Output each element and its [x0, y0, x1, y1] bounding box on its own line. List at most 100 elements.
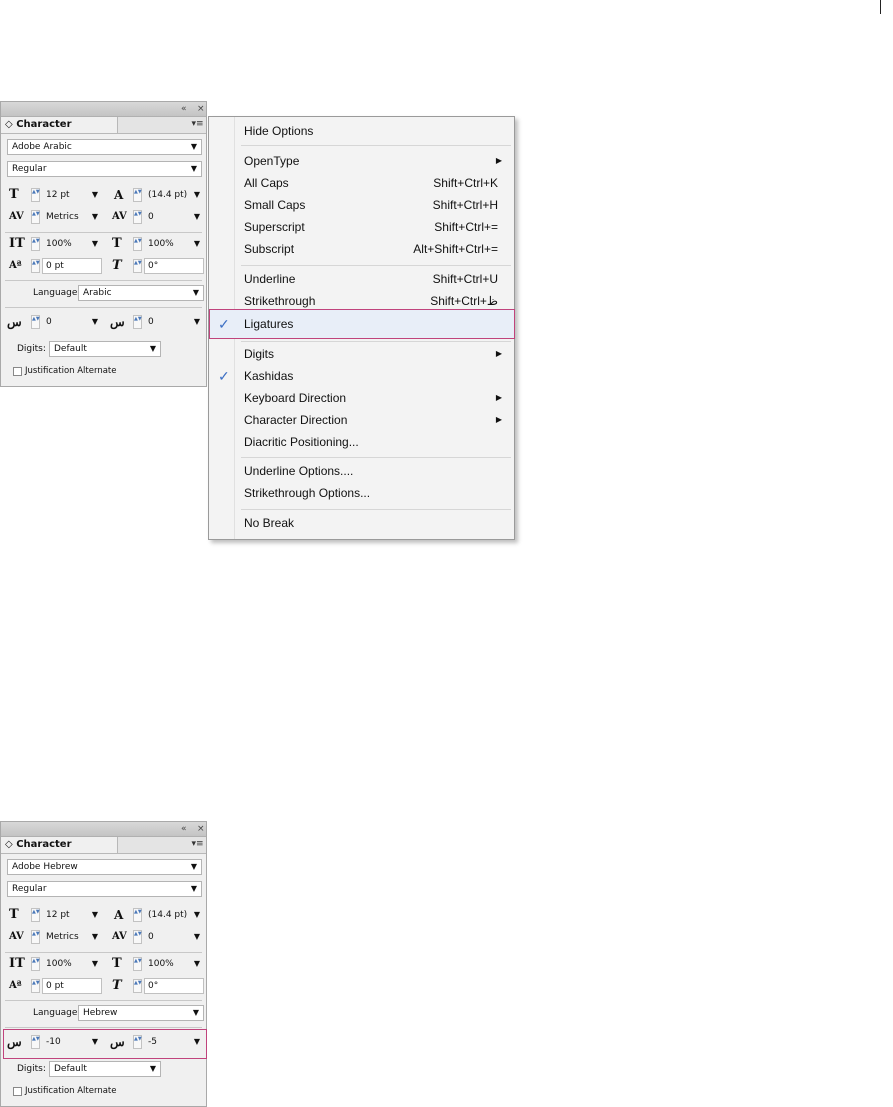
collapse-icon[interactable]: «	[181, 103, 187, 115]
panel-menu-icon[interactable]: ▾≡	[191, 839, 204, 850]
baseline-shift-stepper[interactable]: ▲▼	[31, 259, 40, 273]
justification-alternate-checkbox[interactable]	[13, 367, 22, 376]
menu-item-opentype[interactable]: OpenType ▶	[209, 150, 514, 172]
menu-item-underline[interactable]: Underline Shift+Ctrl+U	[209, 268, 514, 290]
menu-item-subscript[interactable]: Subscript Alt+Shift+Ctrl+=	[209, 238, 514, 260]
baseline-shift-value: 0 pt	[46, 981, 64, 991]
justification-alternate-checkbox[interactable]	[13, 1087, 22, 1096]
menu-item-no-break[interactable]: No Break	[209, 512, 514, 534]
menu-separator	[241, 265, 511, 266]
font-family-dropdown[interactable]: Adobe Hebrew ▼	[7, 859, 202, 875]
font-size-field[interactable]: 12 pt ▼	[42, 187, 102, 203]
font-size-value: 12 pt	[46, 910, 70, 920]
vertical-scale-field[interactable]: 100% ▼	[42, 956, 102, 972]
menu-item-hide-options[interactable]: Hide Options	[209, 120, 514, 142]
panel-menu-icon[interactable]: ▾≡	[191, 119, 204, 130]
menu-item-ligatures[interactable]: ✓ Ligatures	[209, 313, 514, 335]
font-size-stepper[interactable]: ▲▼	[31, 188, 40, 202]
vertical-scale-icon: IT	[9, 956, 25, 971]
panel-divider	[5, 307, 202, 308]
close-icon[interactable]: ×	[197, 103, 205, 115]
panel-title: Character	[16, 119, 72, 130]
leading-stepper[interactable]: ▲▼	[133, 188, 142, 202]
menu-item-all-caps[interactable]: All Caps Shift+Ctrl+K	[209, 172, 514, 194]
skew-field[interactable]: 0°	[144, 258, 204, 274]
horizontal-scale-stepper[interactable]: ▲▼	[133, 237, 142, 251]
baseline-shift-value: 0 pt	[46, 261, 64, 271]
skew-field[interactable]: 0°	[144, 978, 204, 994]
diacritic-x-field[interactable]: 0 ▼	[42, 314, 102, 330]
baseline-shift-field[interactable]: 0 pt	[42, 258, 102, 274]
tracking-field[interactable]: 0 ▼	[144, 209, 204, 225]
font-family-value: Adobe Hebrew	[12, 862, 78, 872]
font-family-dropdown[interactable]: Adobe Arabic ▼	[7, 139, 202, 155]
diacritic-y-stepper[interactable]: ▲▼	[133, 315, 142, 329]
leading-stepper[interactable]: ▲▼	[133, 908, 142, 922]
panel-divider	[5, 232, 202, 233]
skew-stepper[interactable]: ▲▼	[133, 259, 142, 273]
horizontal-scale-field[interactable]: 100% ▼	[144, 956, 204, 972]
baseline-shift-stepper[interactable]: ▲▼	[31, 979, 40, 993]
language-dropdown[interactable]: Hebrew ▼	[78, 1005, 204, 1021]
dropdown-arrow-icon: ▼	[149, 344, 156, 353]
justification-alternate-label: Justification Alternate	[25, 1086, 117, 1096]
horizontal-scale-field[interactable]: 100% ▼	[144, 236, 204, 252]
digits-dropdown[interactable]: Default ▼	[49, 1061, 161, 1077]
diacritic-x-stepper[interactable]: ▲▼	[31, 315, 40, 329]
diacritic-row-highlight	[3, 1029, 207, 1059]
diacritic-y-field[interactable]: 0 ▼	[144, 314, 204, 330]
menu-item-character-direction[interactable]: Character Direction ▶	[209, 409, 514, 431]
kerning-field[interactable]: Metrics ▼	[42, 929, 102, 945]
menu-item-superscript[interactable]: Superscript Shift+Ctrl+=	[209, 216, 514, 238]
skew-icon: T	[112, 978, 122, 993]
font-size-stepper[interactable]: ▲▼	[31, 908, 40, 922]
vertical-scale-field[interactable]: 100% ▼	[42, 236, 102, 252]
kerning-stepper[interactable]: ▲▼	[31, 930, 40, 944]
dropdown-arrow-icon: ▼	[190, 862, 197, 871]
character-panel-hebrew: « × ◇ Character ▾≡ Adobe Hebrew ▼ Regular…	[0, 821, 207, 1107]
kerning-icon: AV	[9, 211, 24, 222]
dropdown-arrow-icon: ▼	[91, 317, 98, 326]
skew-stepper[interactable]: ▲▼	[133, 979, 142, 993]
menu-item-label: Keyboard Direction	[244, 391, 347, 405]
tracking-field[interactable]: 0 ▼	[144, 929, 204, 945]
tab-character[interactable]: ◇ Character	[1, 837, 118, 853]
font-style-dropdown[interactable]: Regular ▼	[7, 881, 202, 897]
digits-dropdown[interactable]: Default ▼	[49, 341, 161, 357]
menu-item-diacritic-positioning[interactable]: Diacritic Positioning...	[209, 431, 514, 453]
menu-item-label: Digits	[244, 347, 275, 361]
skew-value: 0°	[148, 261, 159, 271]
tab-character[interactable]: ◇ Character	[1, 117, 118, 133]
font-size-field[interactable]: 12 pt ▼	[42, 907, 102, 923]
dropdown-arrow-icon: ▼	[193, 910, 200, 919]
font-style-dropdown[interactable]: Regular ▼	[7, 161, 202, 177]
baseline-shift-field[interactable]: 0 pt	[42, 978, 102, 994]
menu-item-strikethrough-options[interactable]: Strikethrough Options...	[209, 482, 514, 504]
menu-item-underline-options[interactable]: Underline Options....	[209, 460, 514, 482]
dropdown-arrow-icon: ▼	[193, 212, 200, 221]
menu-item-digits[interactable]: Digits ▶	[209, 343, 514, 365]
menu-item-shortcut: Shift+Ctrl+K	[433, 176, 498, 190]
kerning-field[interactable]: Metrics ▼	[42, 209, 102, 225]
character-panel-arabic: « × ◇ Character ▾≡ Adobe Arabic ▼ Regular…	[0, 101, 207, 387]
dropdown-arrow-icon: ▼	[193, 317, 200, 326]
page-corner-rule	[880, 0, 881, 14]
diacritic-x-value: 0	[46, 317, 52, 327]
vertical-scale-stepper[interactable]: ▲▼	[31, 237, 40, 251]
menu-item-strikethrough[interactable]: Strikethrough Shift+Ctrl+ظ	[209, 290, 514, 312]
language-dropdown[interactable]: Arabic ▼	[78, 285, 204, 301]
leading-field[interactable]: (14.4 pt) ▼	[144, 907, 204, 923]
vertical-scale-stepper[interactable]: ▲▼	[31, 957, 40, 971]
tracking-stepper[interactable]: ▲▼	[133, 930, 142, 944]
close-icon[interactable]: ×	[197, 823, 205, 835]
collapse-icon[interactable]: «	[181, 823, 187, 835]
menu-item-kashidas[interactable]: ✓ Kashidas	[209, 365, 514, 387]
panel-divider	[5, 280, 202, 281]
kerning-stepper[interactable]: ▲▼	[31, 210, 40, 224]
leading-field[interactable]: (14.4 pt) ▼	[144, 187, 204, 203]
menu-item-keyboard-direction[interactable]: Keyboard Direction ▶	[209, 387, 514, 409]
tracking-stepper[interactable]: ▲▼	[133, 210, 142, 224]
menu-item-small-caps[interactable]: Small Caps Shift+Ctrl+H	[209, 194, 514, 216]
horizontal-scale-stepper[interactable]: ▲▼	[133, 957, 142, 971]
checkmark-icon: ✓	[218, 368, 230, 384]
